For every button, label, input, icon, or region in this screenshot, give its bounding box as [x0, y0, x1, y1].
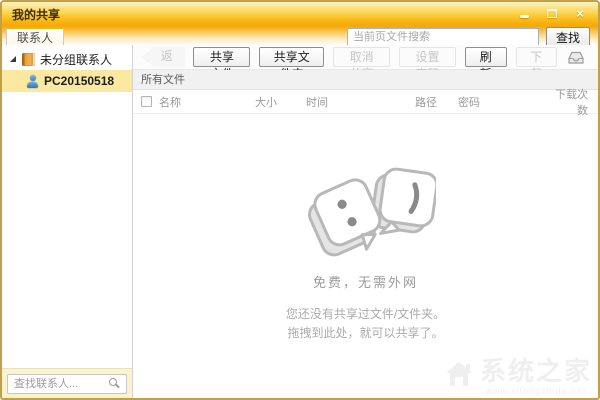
column-path[interactable]: 路径 [415, 94, 458, 110]
column-size[interactable]: 大小 [255, 94, 306, 110]
address-book-icon [22, 52, 35, 66]
share-toolbar: 返回 共享文件 共享文件夹 取消共享 设置密码 刷新 下载 [133, 45, 598, 81]
watermark: 系统之家 www.xitongzhijia.net [442, 351, 592, 396]
person-icon [26, 74, 39, 88]
window-body: 未分组联系人 PC20150518 返回 共享文件 共享文件夹 取消共享 [2, 45, 598, 398]
column-password[interactable]: 密码 [458, 94, 546, 110]
share-content: 返回 共享文件 共享文件夹 取消共享 设置密码 刷新 下载 所有文件 名称 大 [133, 45, 598, 398]
contact-group-row[interactable]: 未分组联系人 [2, 48, 132, 70]
cancel-share-button[interactable]: 取消共享 [333, 47, 391, 81]
minimize-icon[interactable] [516, 5, 532, 21]
close-icon[interactable]: × [572, 5, 588, 21]
titlebar[interactable]: 我的共享 × [2, 2, 598, 26]
set-password-button[interactable]: 设置密码 [399, 47, 457, 81]
find-button[interactable]: 查找 [545, 27, 590, 47]
file-search-bar: 查找 [346, 27, 590, 47]
all-files-bar: 所有文件 [133, 70, 598, 90]
empty-share-illustration [307, 167, 436, 257]
column-name[interactable]: 名称 [159, 94, 255, 110]
tab-contacts[interactable]: 联系人 [6, 27, 65, 45]
watermark-title: 系统之家 [479, 356, 592, 386]
search-icon[interactable] [109, 377, 117, 386]
empty-hint-line2: 拖拽到此处，就可以共享了。 [287, 325, 444, 340]
maximize-icon[interactable] [544, 5, 560, 21]
refresh-button[interactable]: 刷新 [465, 47, 507, 81]
share-file-button[interactable]: 共享文件 [193, 47, 251, 81]
empty-hint-line1: 您还没有共享过文件/文件夹。 [285, 307, 446, 321]
my-share-window: 我的共享 × 联系人 查找 未分组联系人 PC20150518 [0, 0, 600, 400]
window-controls: × [516, 4, 588, 22]
empty-hint: 您还没有共享过文件/文件夹。 拖拽到此处，就可以共享了。 [286, 305, 445, 342]
group-label: 未分组联系人 [40, 52, 113, 67]
expander-icon[interactable] [10, 56, 16, 62]
window-title: 我的共享 [12, 7, 61, 22]
column-downloads[interactable]: 下载次数 [546, 86, 598, 118]
house-logo-icon [445, 361, 472, 386]
column-time[interactable]: 时间 [306, 94, 415, 110]
empty-tagline: 免费，无需外网 [312, 275, 418, 290]
download-tray-icon[interactable] [566, 50, 586, 65]
download-button[interactable]: 下载 [515, 47, 557, 81]
file-table-header: 名称 大小 时间 路径 密码 下载次数 [133, 89, 598, 117]
contact-tree: 未分组联系人 PC20150518 [2, 45, 132, 368]
file-search-input[interactable] [346, 28, 539, 46]
contacts-sidebar: 未分组联系人 PC20150518 [2, 45, 133, 398]
contact-label: PC20150518 [44, 74, 115, 88]
select-all-checkbox[interactable] [141, 96, 152, 107]
tab-strip: 联系人 查找 [2, 26, 598, 47]
contact-search-area [2, 368, 132, 398]
watermark-url: www.xitongzhijia.net [485, 386, 587, 396]
contact-item-row[interactable]: PC20150518 [2, 70, 132, 92]
share-folder-button[interactable]: 共享文件夹 [259, 47, 325, 81]
back-button[interactable]: 返回 [141, 47, 185, 67]
